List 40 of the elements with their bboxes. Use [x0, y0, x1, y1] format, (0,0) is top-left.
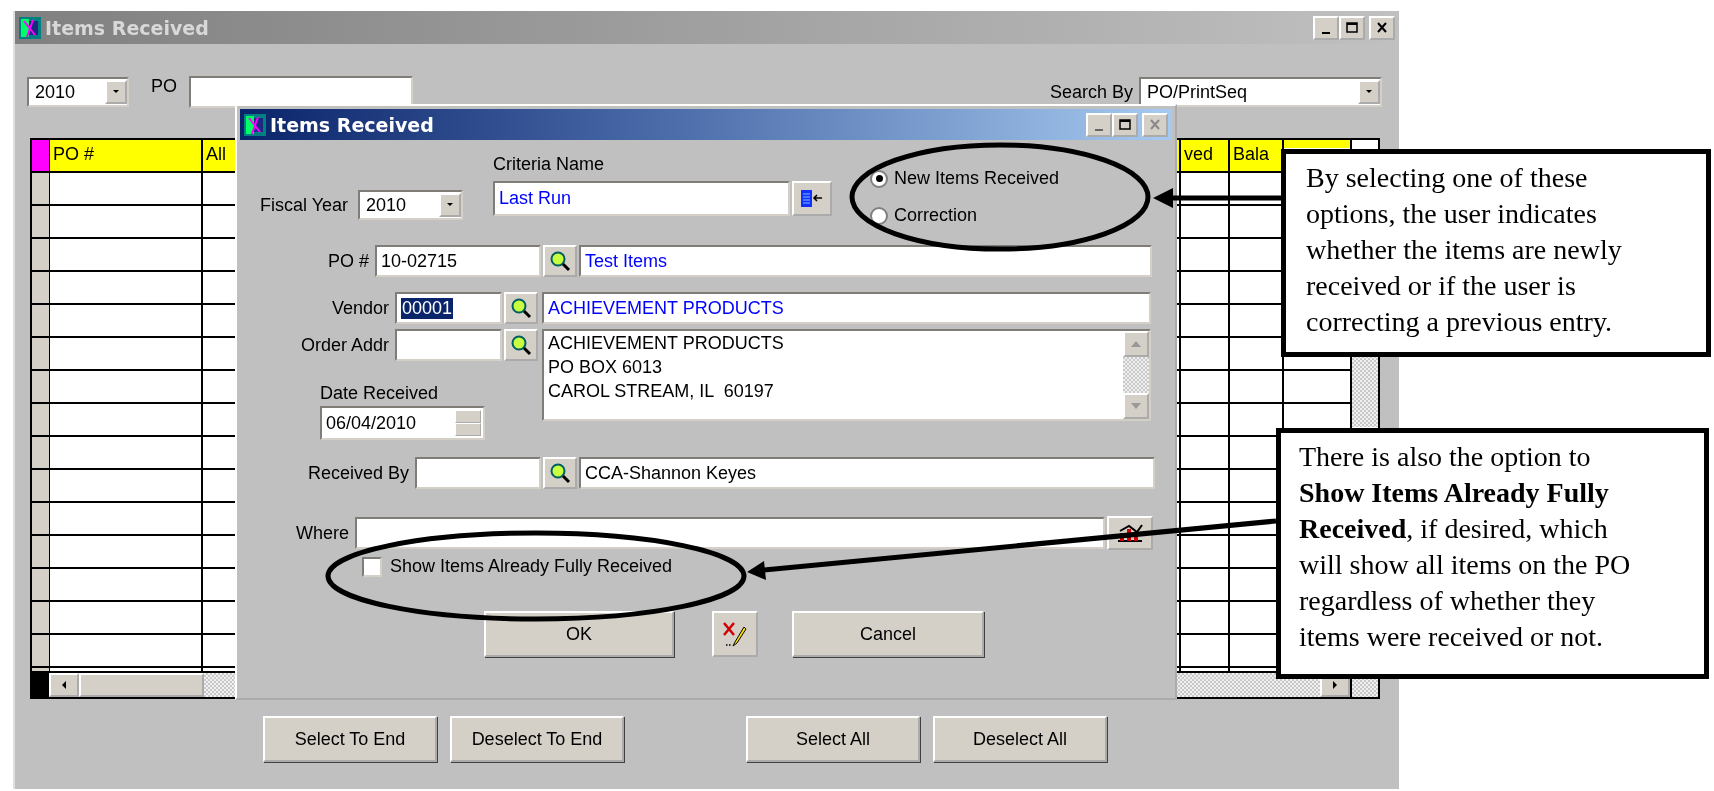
- po-number-field[interactable]: 10-02715: [375, 245, 541, 277]
- fiscal-year-dropdown[interactable]: 2010: [358, 190, 464, 220]
- address-line: PO BOX 6013: [548, 356, 664, 379]
- fiscal-year-label: Fiscal Year: [260, 194, 349, 216]
- grid-button[interactable]: Select All: [746, 716, 920, 762]
- column-header[interactable]: Bala: [1230, 140, 1284, 171]
- callout-text: There is also the option to Show Items Already Fully Received, if desired, which will show all items on the PO regardless of whether they items were received or not.: [1299, 440, 1632, 654]
- vendor-name-field[interactable]: ACHIEVEMENT PRODUCTS: [542, 292, 1151, 324]
- search-by-label: Search By: [1049, 81, 1133, 103]
- column-header[interactable]: ved: [1181, 140, 1230, 171]
- show-fully-received-checkbox[interactable]: Show Items Already Fully Received: [362, 556, 673, 577]
- date-received-label: Date Received: [320, 383, 440, 404]
- address-box[interactable]: ACHIEVEMENT PRODUCTS PO BOX 6013 CAROL STREAM, IL 60197: [542, 329, 1151, 421]
- ok-button[interactable]: OK: [484, 611, 674, 657]
- grid-button[interactable]: Deselect To End: [450, 716, 624, 762]
- year-dropdown[interactable]: 2010: [27, 77, 129, 107]
- po-label: PO: [151, 76, 177, 97]
- received-by-label: Received By: [306, 462, 410, 484]
- received-by-name-field[interactable]: CCA-Shannon Keyes: [579, 457, 1155, 489]
- grid-button[interactable]: Select To End: [263, 716, 437, 762]
- window-title: Items Received: [45, 16, 209, 39]
- radio-option[interactable]: New Items Received: [870, 168, 1060, 189]
- cancel-button[interactable]: Cancel: [792, 611, 984, 657]
- po-number-label: PO #: [326, 250, 370, 272]
- vendor-label: Vendor: [330, 297, 390, 319]
- po-description-field[interactable]: Test Items: [579, 245, 1152, 277]
- radio-option[interactable]: Correction: [870, 205, 978, 226]
- date-received-field[interactable]: 06/04/2010: [320, 406, 485, 440]
- grid-button[interactable]: Deselect All: [933, 716, 1107, 762]
- criteria-name-field[interactable]: Last Run: [493, 181, 791, 216]
- callout-text: By selecting one of these options, the user indicates whether the items are newly received or if the user is correcting a previous entry.: [1306, 161, 1623, 339]
- address-line: ACHIEVEMENT PRODUCTS: [548, 332, 785, 355]
- search-by-dropdown[interactable]: PO/PrintSeq: [1139, 77, 1382, 107]
- column-header[interactable]: PO #: [50, 140, 203, 171]
- vendor-code-field[interactable]: 00001: [395, 292, 502, 324]
- address-line: CAROL STREAM, IL 60197: [548, 380, 775, 403]
- where-label: Where: [295, 522, 350, 544]
- window-title: Items Received: [270, 113, 434, 136]
- order-address-label: Order Addr: [299, 334, 390, 356]
- criteria-name-label: Criteria Name: [493, 154, 606, 175]
